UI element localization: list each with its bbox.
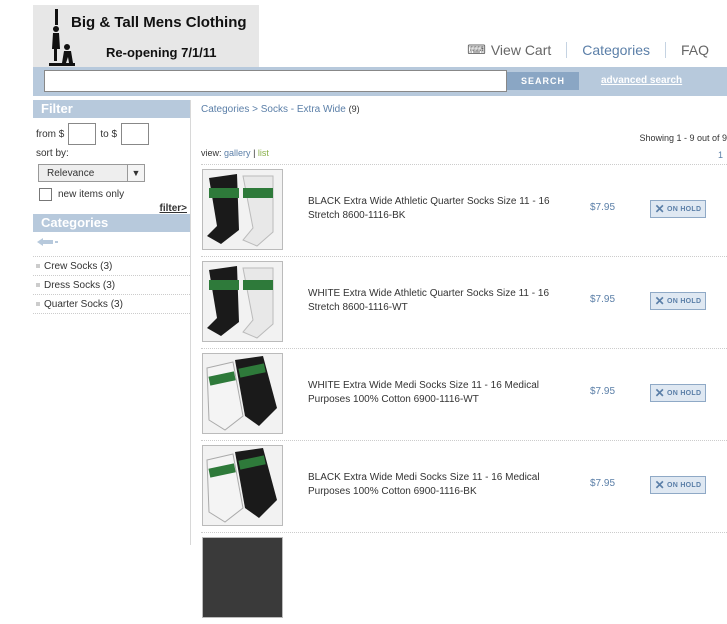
product-image[interactable]	[202, 445, 283, 526]
back-arrow-icon[interactable]	[35, 237, 59, 247]
main-content: Categories > Socks - Extra Wide (9) Show…	[201, 100, 727, 618]
filter-heading: Filter	[33, 100, 190, 118]
category-label: Crew Socks (3)	[44, 260, 113, 272]
category-item-crew-socks[interactable]: Crew Socks (3)	[33, 256, 190, 275]
breadcrumb-current-link[interactable]: Socks - Extra Wide	[261, 104, 346, 115]
page: Big & Tall Mens Clothing Re-opening 7/1/…	[33, 0, 727, 618]
close-icon: ✕	[654, 386, 665, 400]
product-list: BLACK Extra Wide Athletic Quarter Socks …	[201, 164, 727, 624]
advanced-search-link[interactable]: advanced search	[601, 75, 682, 86]
sort-value: Relevance	[47, 167, 95, 179]
price-from-input[interactable]	[68, 123, 97, 145]
product-row: WHITE Extra Wide Athletic Quarter Socks …	[201, 256, 727, 348]
categories-heading: Categories	[33, 214, 190, 232]
product-row: BLACK Extra Wide Athletic Quarter Socks …	[201, 164, 727, 256]
sort-label: sort by:	[36, 148, 69, 159]
search-input[interactable]	[44, 70, 507, 92]
nav-divider	[664, 42, 666, 58]
site-logo[interactable]: Big & Tall Mens Clothing Re-opening 7/1/…	[33, 5, 259, 67]
to-label: to $	[100, 128, 118, 140]
category-list: Crew Socks (3) Dress Socks (3) Quarter S…	[33, 256, 190, 314]
category-item-quarter-socks[interactable]: Quarter Socks (3)	[33, 294, 190, 314]
product-image[interactable]	[202, 169, 283, 250]
close-icon: ✕	[654, 294, 665, 308]
results-count: Showing 1 - 9 out of 9	[639, 133, 727, 143]
view-label: view:	[201, 148, 222, 158]
price-range: from $ to $	[33, 123, 190, 145]
categories-link[interactable]: Categories	[582, 42, 650, 58]
chevron-down-icon[interactable]: ▼	[127, 165, 144, 181]
product-price: $7.95	[590, 294, 616, 305]
on-hold-badge[interactable]: ✕ ON HOLD	[650, 384, 706, 402]
search-button[interactable]: SEARCH	[507, 72, 579, 90]
nav-divider	[566, 42, 568, 58]
search-bar: SEARCH advanced search	[33, 67, 727, 96]
view-list-link[interactable]: list	[258, 148, 269, 158]
view-toggle: view: gallery | list	[201, 148, 269, 158]
view-cart-link[interactable]: View Cart	[491, 42, 551, 58]
on-hold-badge[interactable]: ✕ ON HOLD	[650, 292, 706, 310]
on-hold-label: ON HOLD	[666, 297, 702, 305]
breadcrumb-separator: >	[252, 104, 258, 115]
sidebar: Filter from $ to $ sort by: Relevance ▼ …	[33, 100, 191, 545]
product-image[interactable]	[202, 353, 283, 434]
breadcrumb: Categories > Socks - Extra Wide (9)	[201, 104, 727, 115]
view-divider: |	[253, 148, 256, 158]
price-to-input[interactable]	[121, 123, 150, 145]
new-items-label: new items only	[58, 189, 125, 200]
logo-title: Big & Tall Mens Clothing	[71, 14, 247, 31]
category-label: Quarter Socks (3)	[44, 298, 123, 310]
product-row: WHITE Extra Wide Medi Socks Size 11 - 16…	[201, 348, 727, 440]
product-row: BLACK Extra Wide Medi Socks Size 11 - 16…	[201, 440, 727, 532]
filter-link[interactable]: filter>	[33, 203, 190, 214]
new-items-checkbox[interactable]	[39, 188, 52, 201]
on-hold-label: ON HOLD	[666, 481, 702, 489]
breadcrumb-count: (9)	[348, 104, 360, 114]
new-items-only[interactable]: new items only	[39, 188, 190, 201]
sock-pair-icon	[207, 174, 274, 247]
category-label: Dress Socks (3)	[44, 279, 116, 291]
sock-pair-icon	[206, 448, 277, 523]
product-name-link[interactable]: WHITE Extra Wide Athletic Quarter Socks …	[308, 287, 568, 315]
product-image[interactable]	[202, 537, 283, 618]
product-price: $7.95	[590, 478, 616, 489]
product-row	[201, 532, 727, 624]
cart-icon: ⌨	[467, 42, 486, 57]
product-price: $7.95	[590, 386, 616, 397]
logo-subtitle: Re-opening 7/1/11	[106, 45, 217, 60]
view-gallery-link[interactable]: gallery	[224, 148, 251, 158]
page-number-link[interactable]: 1	[718, 150, 723, 160]
product-name-link[interactable]: BLACK Extra Wide Athletic Quarter Socks …	[308, 195, 568, 223]
sort-select[interactable]: Relevance ▼	[38, 164, 145, 182]
product-name-link[interactable]: BLACK Extra Wide Medi Socks Size 11 - 16…	[308, 471, 568, 499]
sock-pair-icon	[206, 356, 277, 431]
faq-link[interactable]: FAQ	[681, 42, 709, 58]
bullet-icon	[36, 302, 40, 306]
bullet-icon	[36, 264, 40, 268]
bullet-icon	[36, 283, 40, 287]
breadcrumb-root-link[interactable]: Categories	[201, 104, 249, 115]
on-hold-label: ON HOLD	[666, 205, 702, 213]
category-item-dress-socks[interactable]: Dress Socks (3)	[33, 275, 190, 294]
close-icon: ✕	[654, 202, 665, 216]
sock-pair-icon	[207, 266, 274, 339]
product-price: $7.95	[590, 202, 616, 213]
product-image[interactable]	[202, 261, 283, 342]
top-navigation: ⌨ View Cart Categories FAQ	[467, 42, 709, 58]
from-label: from $	[36, 128, 65, 140]
product-name-link[interactable]: WHITE Extra Wide Medi Socks Size 11 - 16…	[308, 379, 568, 407]
on-hold-badge[interactable]: ✕ ON HOLD	[650, 476, 706, 494]
close-icon: ✕	[654, 478, 665, 492]
on-hold-badge[interactable]: ✕ ON HOLD	[650, 200, 706, 218]
on-hold-label: ON HOLD	[666, 389, 702, 397]
